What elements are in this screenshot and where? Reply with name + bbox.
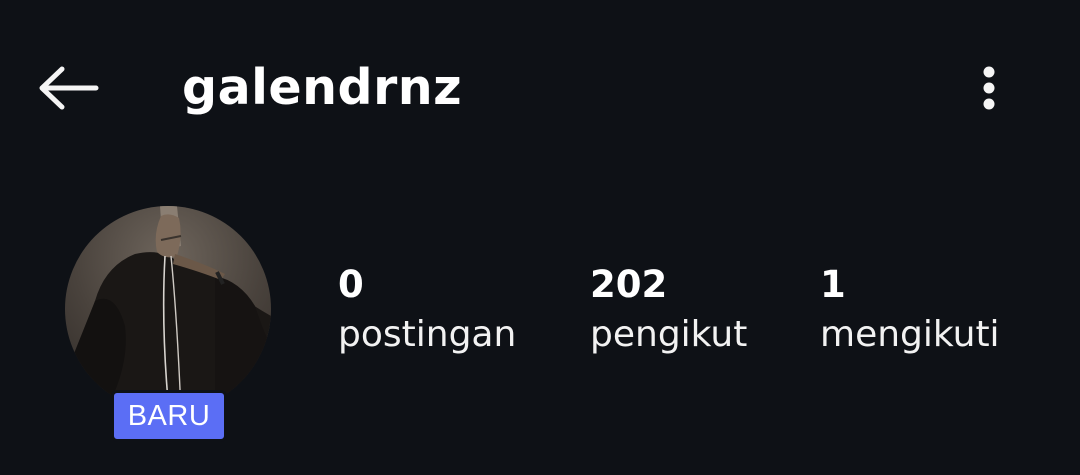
profile-username: galendrnz (182, 59, 463, 116)
following-label: mengikuti (820, 314, 1000, 355)
avatar-container: BARU (65, 206, 273, 442)
back-button[interactable] (30, 58, 106, 118)
stat-posts[interactable]: 0 postingan (338, 262, 516, 360)
avatar-photo (65, 206, 271, 412)
arrow-left-icon (39, 66, 99, 110)
stat-following[interactable]: 1 mengikuti (820, 262, 1000, 360)
more-vertical-icon (983, 66, 995, 110)
profile-screen: galendrnz BARU 0 postingan 202 pengikut … (0, 0, 1080, 475)
posts-label: postingan (338, 314, 517, 355)
followers-label: pengikut (590, 314, 748, 355)
following-count: 1 (820, 263, 846, 306)
posts-count: 0 (338, 263, 364, 306)
stat-followers[interactable]: 202 pengikut (590, 262, 747, 360)
followers-count: 202 (590, 263, 668, 306)
more-options-button[interactable] (966, 58, 1012, 118)
avatar[interactable] (65, 206, 271, 412)
new-badge: BARU (111, 390, 227, 442)
